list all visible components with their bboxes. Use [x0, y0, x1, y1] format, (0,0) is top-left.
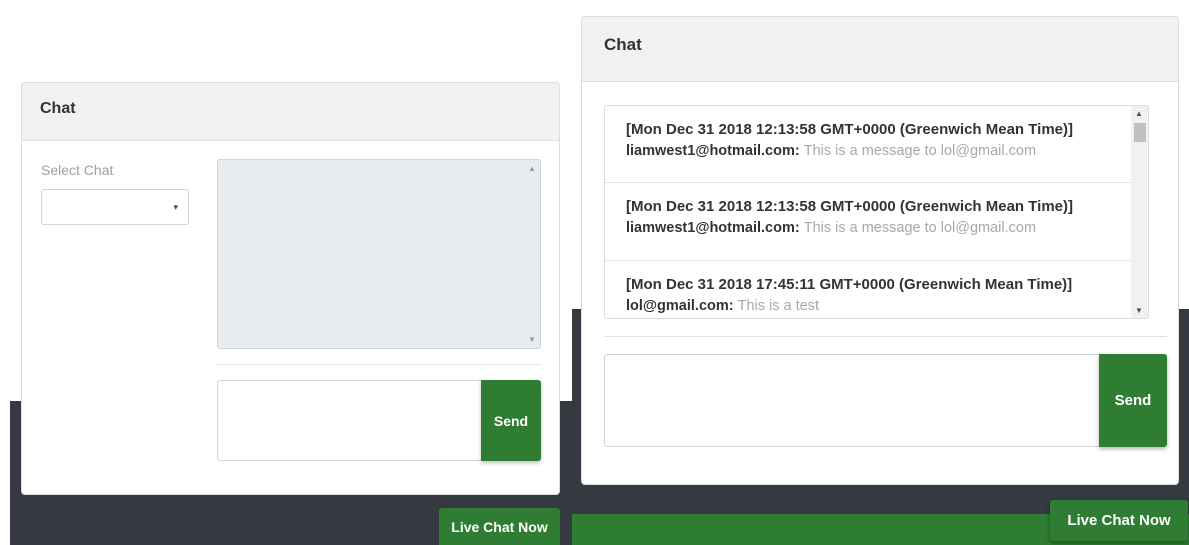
message-input[interactable]: [604, 354, 1101, 447]
scroll-up-icon[interactable]: ▲: [1135, 109, 1143, 118]
chat-card: Chat [Mon Dec 31 2018 12:13:58 GMT+0000 …: [581, 16, 1179, 485]
message-line: liamwest1@hotmail.com: This is a message…: [626, 217, 1111, 239]
card-header: Chat: [22, 83, 559, 141]
left-chat-view: Chat Select Chat ▾ ▲ ▼ Send Live Chat No…: [0, 0, 572, 545]
send-button[interactable]: Send: [1099, 354, 1167, 447]
live-chat-label: Live Chat Now: [1067, 512, 1171, 529]
live-chat-now-button[interactable]: Live Chat Now: [1050, 500, 1188, 541]
live-chat-label: Live Chat Now: [451, 518, 548, 535]
message-text: This is a message to lol@gmail.com: [803, 220, 1037, 236]
list-item: [Mon Dec 31 2018 12:13:58 GMT+0000 (Gree…: [605, 183, 1133, 261]
select-chat-label: Select Chat: [41, 162, 114, 178]
message-timestamp: [Mon Dec 31 2018 17:45:11 GMT+0000 (Gree…: [626, 276, 1073, 293]
send-button-label: Send: [493, 412, 529, 429]
right-chat-view: Chat [Mon Dec 31 2018 12:13:58 GMT+0000 …: [572, 0, 1189, 545]
card-title: Chat: [604, 35, 642, 54]
chat-select-dropdown[interactable]: ▾: [41, 189, 189, 225]
messages-area[interactable]: ▲ ▼: [217, 159, 541, 349]
message-line: liamwest1@hotmail.com: This is a message…: [626, 140, 1111, 162]
message-list[interactable]: [Mon Dec 31 2018 12:13:58 GMT+0000 (Gree…: [604, 105, 1149, 319]
message-input[interactable]: [217, 380, 483, 461]
divider: [604, 336, 1167, 337]
message-timestamp: [Mon Dec 31 2018 12:13:58 GMT+0000 (Gree…: [626, 121, 1073, 138]
message-sender: liamwest1@hotmail.com:: [626, 143, 800, 159]
message-timestamp: [Mon Dec 31 2018 12:13:58 GMT+0000 (Gree…: [626, 198, 1073, 215]
scroll-up-icon[interactable]: ▲: [528, 164, 536, 173]
card-title: Chat: [40, 100, 76, 117]
scroll-down-icon[interactable]: ▼: [1135, 306, 1143, 315]
message-sender: lol@gmail.com:: [626, 298, 734, 314]
chat-card: Chat Select Chat ▾ ▲ ▼ Send: [21, 82, 560, 495]
card-header: Chat: [582, 17, 1178, 82]
chevron-down-icon: ▾: [173, 202, 178, 212]
list-item: [Mon Dec 31 2018 17:45:11 GMT+0000 (Gree…: [605, 261, 1133, 318]
message-text: This is a message to lol@gmail.com: [803, 143, 1037, 159]
message-line: lol@gmail.com: This is a test: [626, 295, 1111, 317]
message-sender: liamwest1@hotmail.com:: [626, 220, 800, 236]
send-button[interactable]: Send: [481, 380, 541, 461]
scroll-thumb[interactable]: [1134, 123, 1146, 142]
live-chat-now-button[interactable]: Live Chat Now: [439, 508, 560, 545]
scrollbar[interactable]: ▲ ▼: [1131, 106, 1148, 318]
scroll-down-icon[interactable]: ▼: [528, 335, 536, 344]
list-item: [Mon Dec 31 2018 12:13:58 GMT+0000 (Gree…: [605, 106, 1133, 183]
divider: [217, 364, 541, 365]
message-text: This is a test: [737, 298, 820, 314]
send-button-label: Send: [1114, 392, 1152, 409]
